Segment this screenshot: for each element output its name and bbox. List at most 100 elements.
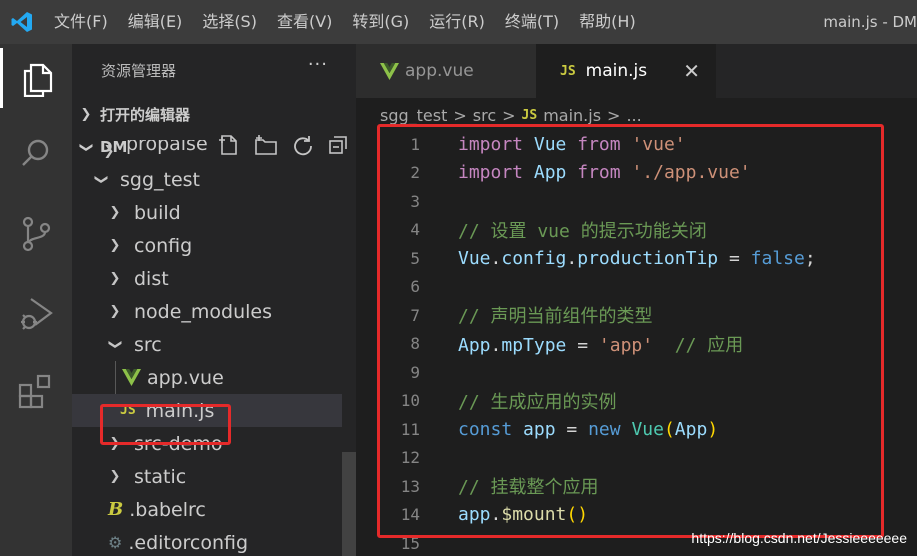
code-text: Vue.config.productionTip = false;: [458, 247, 816, 269]
tab-label: app.vue: [405, 61, 474, 81]
tree-item-babelrc[interactable]: B .babelrc: [72, 493, 342, 526]
line-number: 5: [410, 248, 420, 268]
tree-item-label: node_modules: [134, 300, 273, 323]
tree-item-static[interactable]: ❯ static: [72, 460, 342, 493]
sidebar-scrollbar[interactable]: [342, 452, 356, 556]
code-line: 6: [356, 273, 917, 302]
code-line: 7 // 声明当前组件的类型: [356, 301, 917, 330]
code-text: const app = new Vue(App): [458, 418, 719, 440]
editor-tabs: app.vue JS main.js ✕: [356, 44, 917, 98]
watermark: https://blog.csdn.net/Jessieeeeeee: [691, 530, 907, 546]
tree-item-label: sgg_test: [120, 168, 201, 191]
menu-edit[interactable]: 编辑(E): [118, 0, 193, 44]
tree-item-label: propaise: [126, 140, 208, 155]
vue-icon: [380, 62, 399, 80]
tree-item-main-js[interactable]: JS main.js: [72, 394, 342, 427]
menu-selection[interactable]: 选择(S): [192, 0, 267, 44]
js-icon: JS: [560, 63, 576, 79]
line-number: 8: [410, 334, 420, 354]
activity-bar: [0, 44, 72, 556]
chevron-right-icon: ❯: [80, 106, 92, 122]
chevron-right-icon: ❯: [109, 469, 121, 484]
line-number: 13: [400, 476, 420, 496]
more-actions-icon[interactable]: ···: [308, 54, 328, 75]
window-title: main.js - DM: [823, 13, 917, 31]
line-number: 2: [410, 163, 420, 183]
breadcrumb-separator: >: [607, 105, 621, 125]
tree-item-app-vue[interactable]: app.vue: [72, 361, 342, 394]
chevron-right-icon: ❯: [109, 238, 121, 253]
line-number: 14: [400, 505, 420, 525]
breadcrumb-main-js[interactable]: main.js: [543, 106, 601, 125]
menu-help[interactable]: 帮助(H): [569, 0, 646, 44]
breadcrumb-sgg-test[interactable]: sgg_test: [380, 106, 447, 125]
code-text: app.$mount(): [458, 504, 589, 526]
breadcrumb-src[interactable]: src: [473, 106, 496, 125]
code-editor[interactable]: 1 import Vue from 'vue' 2 import App fro…: [356, 130, 917, 556]
js-icon: JS: [521, 107, 538, 123]
menu-file[interactable]: 文件(F): [44, 0, 118, 44]
code-text: App.mpType = 'app' // 应用: [458, 334, 744, 356]
tree-item-label: build: [134, 201, 181, 224]
babel-icon: B: [108, 499, 124, 520]
tree-item-label: dist: [134, 267, 169, 290]
chevron-down-icon: ❯: [93, 174, 109, 185]
tree-item-label: src-demo: [134, 432, 223, 455]
tree-item-sgg-test[interactable]: ❯ sgg_test: [72, 163, 342, 196]
tree-item-editorconfig[interactable]: ⚙ .editorconfig: [72, 526, 342, 556]
breadcrumb-separator: >: [453, 105, 467, 125]
code-comment: // 声明当前组件的类型: [458, 306, 653, 328]
tree-item-propaise[interactable]: ❯ propaise: [72, 140, 342, 162]
explorer-icon[interactable]: [0, 48, 72, 108]
chevron-right-icon: ❯: [109, 436, 121, 451]
code-line: 12: [356, 444, 917, 473]
close-icon[interactable]: ✕: [683, 59, 700, 83]
menu-view[interactable]: 查看(V): [267, 0, 342, 44]
tab-main-js[interactable]: JS main.js ✕: [536, 44, 716, 98]
tree-item-dist[interactable]: ❯ dist: [72, 262, 342, 295]
tree-item-label: static: [134, 465, 187, 488]
tab-label: main.js: [585, 61, 648, 81]
tree-item-node-modules[interactable]: ❯ node_modules: [72, 295, 342, 328]
explorer-sidebar: 资源管理器 ··· ❯ 打开的编辑器 ❯ DM ❯ propaise ❯ sgg…: [72, 44, 356, 556]
chevron-right-icon: ❯: [109, 304, 121, 319]
tree-item-src[interactable]: ❯ src: [72, 328, 342, 361]
breadcrumb-ellipsis[interactable]: ...: [626, 106, 641, 125]
code-comment: // 生成应用的实例: [458, 391, 617, 413]
line-number: 12: [400, 448, 420, 468]
tree-item-label: .babelrc: [129, 498, 206, 521]
code-line: 3: [356, 187, 917, 216]
vue-icon: [122, 369, 141, 386]
explorer-header: 资源管理器 ···: [72, 44, 356, 96]
breadcrumb-separator: >: [502, 105, 516, 125]
line-number: 1: [410, 134, 420, 154]
code-text: import App from './app.vue': [458, 162, 751, 184]
run-debug-icon[interactable]: [0, 284, 72, 344]
tab-app-vue[interactable]: app.vue: [356, 44, 536, 98]
code-line: 4 // 设置 vue 的提示功能关闭: [356, 216, 917, 245]
menu-go[interactable]: 转到(G): [342, 0, 419, 44]
title-bar: 文件(F) 编辑(E) 选择(S) 查看(V) 转到(G) 运行(R) 终端(T…: [0, 0, 917, 44]
code-comment: // 设置 vue 的提示功能关闭: [458, 220, 707, 242]
menu-run[interactable]: 运行(R): [419, 0, 495, 44]
vscode-logo-icon: [0, 0, 44, 44]
line-number: 6: [410, 277, 420, 297]
search-icon[interactable]: [0, 124, 72, 184]
code-line: 5 Vue.config.productionTip = false;: [356, 244, 917, 273]
line-number: 10: [400, 391, 420, 411]
tree-item-build[interactable]: ❯ build: [72, 196, 342, 229]
code-comment: // 挂载整个应用: [458, 477, 599, 499]
tree-item-label: main.js: [145, 399, 215, 422]
menu-terminal[interactable]: 终端(T): [495, 0, 569, 44]
code-line: 11 const app = new Vue(App): [356, 415, 917, 444]
tree-item-config[interactable]: ❯ config: [72, 229, 342, 262]
code-line: 1 import Vue from 'vue': [356, 130, 917, 159]
extensions-icon[interactable]: [0, 362, 72, 422]
chevron-right-icon: ❯: [109, 271, 121, 286]
line-number: 15: [400, 533, 420, 553]
open-editors-section[interactable]: ❯ 打开的编辑器: [72, 97, 356, 131]
source-control-icon[interactable]: [0, 204, 72, 264]
js-icon: JS: [120, 403, 136, 418]
explorer-title: 资源管理器: [101, 62, 177, 80]
tree-item-src-demo[interactable]: ❯ src-demo: [72, 427, 342, 460]
